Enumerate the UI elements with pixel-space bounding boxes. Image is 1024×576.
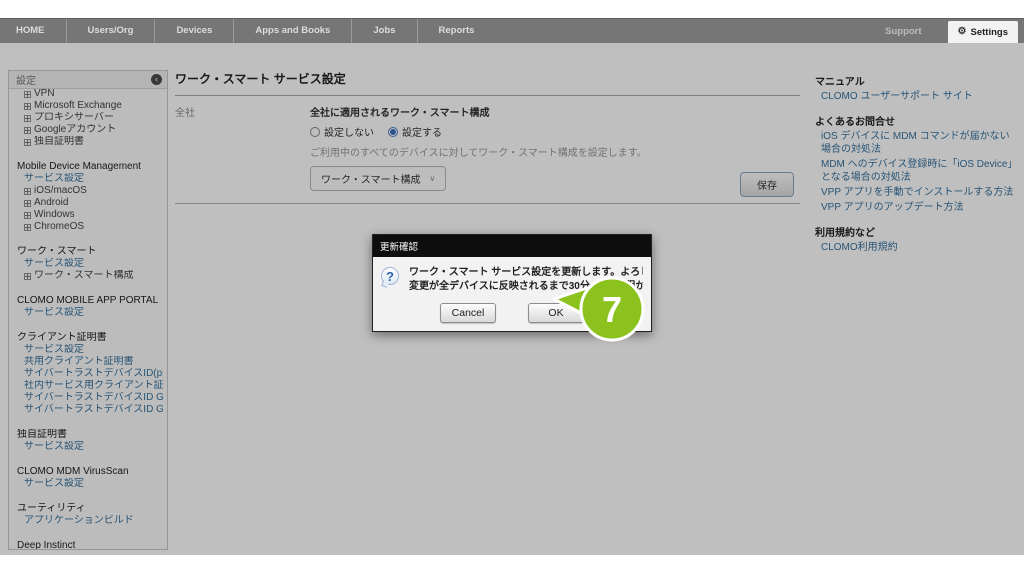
clomo-panel-window: HOMEUsers/OrgDevicesApps and BooksJobsRe…: [0, 18, 1024, 555]
screenshot-canvas: HOMEUsers/OrgDevicesApps and BooksJobsRe…: [0, 0, 1024, 576]
page-content: 設定 ‹ VPNMicrosoft ExchangeプロキシサーバーGoogle…: [0, 43, 1024, 555]
nav-tab[interactable]: HOME: [0, 19, 66, 43]
nav-support-link[interactable]: Support: [885, 26, 921, 37]
step-annotation-badge: 7: [548, 265, 668, 375]
dialog-title: 更新確認: [373, 235, 651, 257]
nav-tabs: HOMEUsers/OrgDevicesApps and BooksJobsRe…: [0, 19, 495, 43]
nav-tab[interactable]: Reports: [417, 19, 496, 43]
tab-settings[interactable]: ⚙ Settings: [948, 21, 1018, 43]
settings-tab-label: Settings: [971, 27, 1008, 38]
nav-tab[interactable]: Users/Org: [66, 19, 155, 43]
gear-icon: ⚙: [958, 27, 967, 37]
cancel-button[interactable]: Cancel: [440, 303, 496, 323]
nav-tab[interactable]: Jobs: [351, 19, 416, 43]
nav-right: Support ⚙ Settings: [885, 19, 1024, 43]
step-number: 7: [602, 289, 622, 330]
nav-tab[interactable]: Devices: [154, 19, 233, 43]
question-icon: ?: [381, 267, 399, 285]
nav-tab[interactable]: Apps and Books: [233, 19, 351, 43]
top-navbar: HOMEUsers/OrgDevicesApps and BooksJobsRe…: [0, 18, 1024, 43]
